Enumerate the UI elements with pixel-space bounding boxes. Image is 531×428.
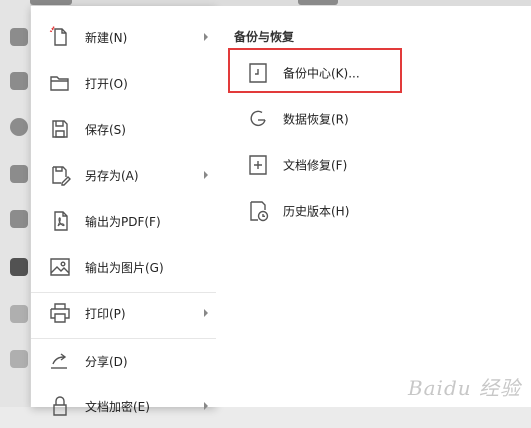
menu-item-label: 打印(P) (85, 306, 126, 321)
menu-item-label: 输出为图片(G) (85, 260, 164, 275)
menu-item-open[interactable]: 打开(O) (31, 61, 216, 105)
app-tab (30, 0, 72, 5)
menu-item-encrypt[interactable]: 文档加密(E) (31, 384, 216, 428)
menu-item-new[interactable]: 新建(N) (31, 15, 216, 59)
menu-item-label: 新建(N) (85, 30, 128, 45)
chevron-right-icon (204, 33, 208, 41)
data-recovery-icon (246, 107, 270, 131)
app-icon (10, 258, 28, 276)
background-app-toolbar (0, 0, 30, 407)
submenu-item-label: 备份中心(K)... (283, 66, 360, 81)
app-icon (10, 305, 28, 323)
menu-item-save[interactable]: 保存(S) (31, 107, 216, 151)
submenu-item-label: 历史版本(H) (283, 204, 350, 219)
app-tab (298, 0, 338, 5)
submenu-item-document-repair[interactable]: 文档修复(F) (246, 147, 506, 183)
menu-item-label: 分享(D) (85, 354, 128, 369)
submenu-item-history-version[interactable]: 历史版本(H) (246, 193, 506, 229)
submenu-item-label: 文档修复(F) (283, 158, 348, 173)
new-document-icon (48, 25, 72, 49)
app-icon (10, 350, 28, 368)
app-icon (10, 72, 28, 90)
history-version-icon (246, 199, 270, 223)
submenu-title: 备份与恢复 (234, 30, 295, 44)
submenu-item-data-recovery[interactable]: 数据恢复(R) (246, 101, 506, 137)
submenu-item-backup-center[interactable]: 备份中心(K)... (246, 55, 506, 91)
folder-open-icon (48, 71, 72, 95)
chevron-right-icon (204, 171, 208, 179)
chevron-right-icon (204, 402, 208, 410)
menu-item-label: 文档加密(E) (85, 399, 150, 414)
menu-item-share[interactable]: 分享(D) (31, 339, 216, 383)
app-icon (10, 118, 28, 136)
menu-item-label: 另存为(A) (85, 168, 139, 183)
file-menu: 新建(N) 打开(O) 保存(S) 另存为(A) 输出为PDF(F) 输出为图片… (31, 6, 216, 416)
save-as-icon (48, 163, 72, 187)
document-repair-icon (246, 153, 270, 177)
app-icon (10, 210, 28, 228)
menu-item-save-as[interactable]: 另存为(A) (31, 153, 216, 197)
save-icon (48, 117, 72, 141)
menu-item-label: 保存(S) (85, 122, 126, 137)
baidu-watermark: Baidu 经验 (407, 376, 521, 400)
backup-recovery-submenu: 备份与恢复 备份中心(K)... 数据恢复(R) 文档修复(F) 历史版本(H) (216, 6, 531, 407)
menu-item-export-image[interactable]: 输出为图片(G) (31, 245, 216, 289)
export-image-icon (48, 255, 72, 279)
menu-item-export-pdf[interactable]: 输出为PDF(F) (31, 199, 216, 243)
printer-icon (48, 301, 72, 325)
share-icon (48, 349, 72, 373)
menu-item-label: 输出为PDF(F) (85, 214, 161, 229)
app-icon (10, 28, 28, 46)
menu-item-print[interactable]: 打印(P) (31, 291, 216, 335)
export-pdf-icon (48, 209, 72, 233)
chevron-right-icon (204, 309, 208, 317)
submenu-item-label: 数据恢复(R) (283, 112, 349, 127)
menu-item-label: 打开(O) (85, 76, 128, 91)
app-icon (10, 165, 28, 183)
encrypt-icon (48, 394, 72, 418)
backup-center-icon (246, 61, 270, 85)
